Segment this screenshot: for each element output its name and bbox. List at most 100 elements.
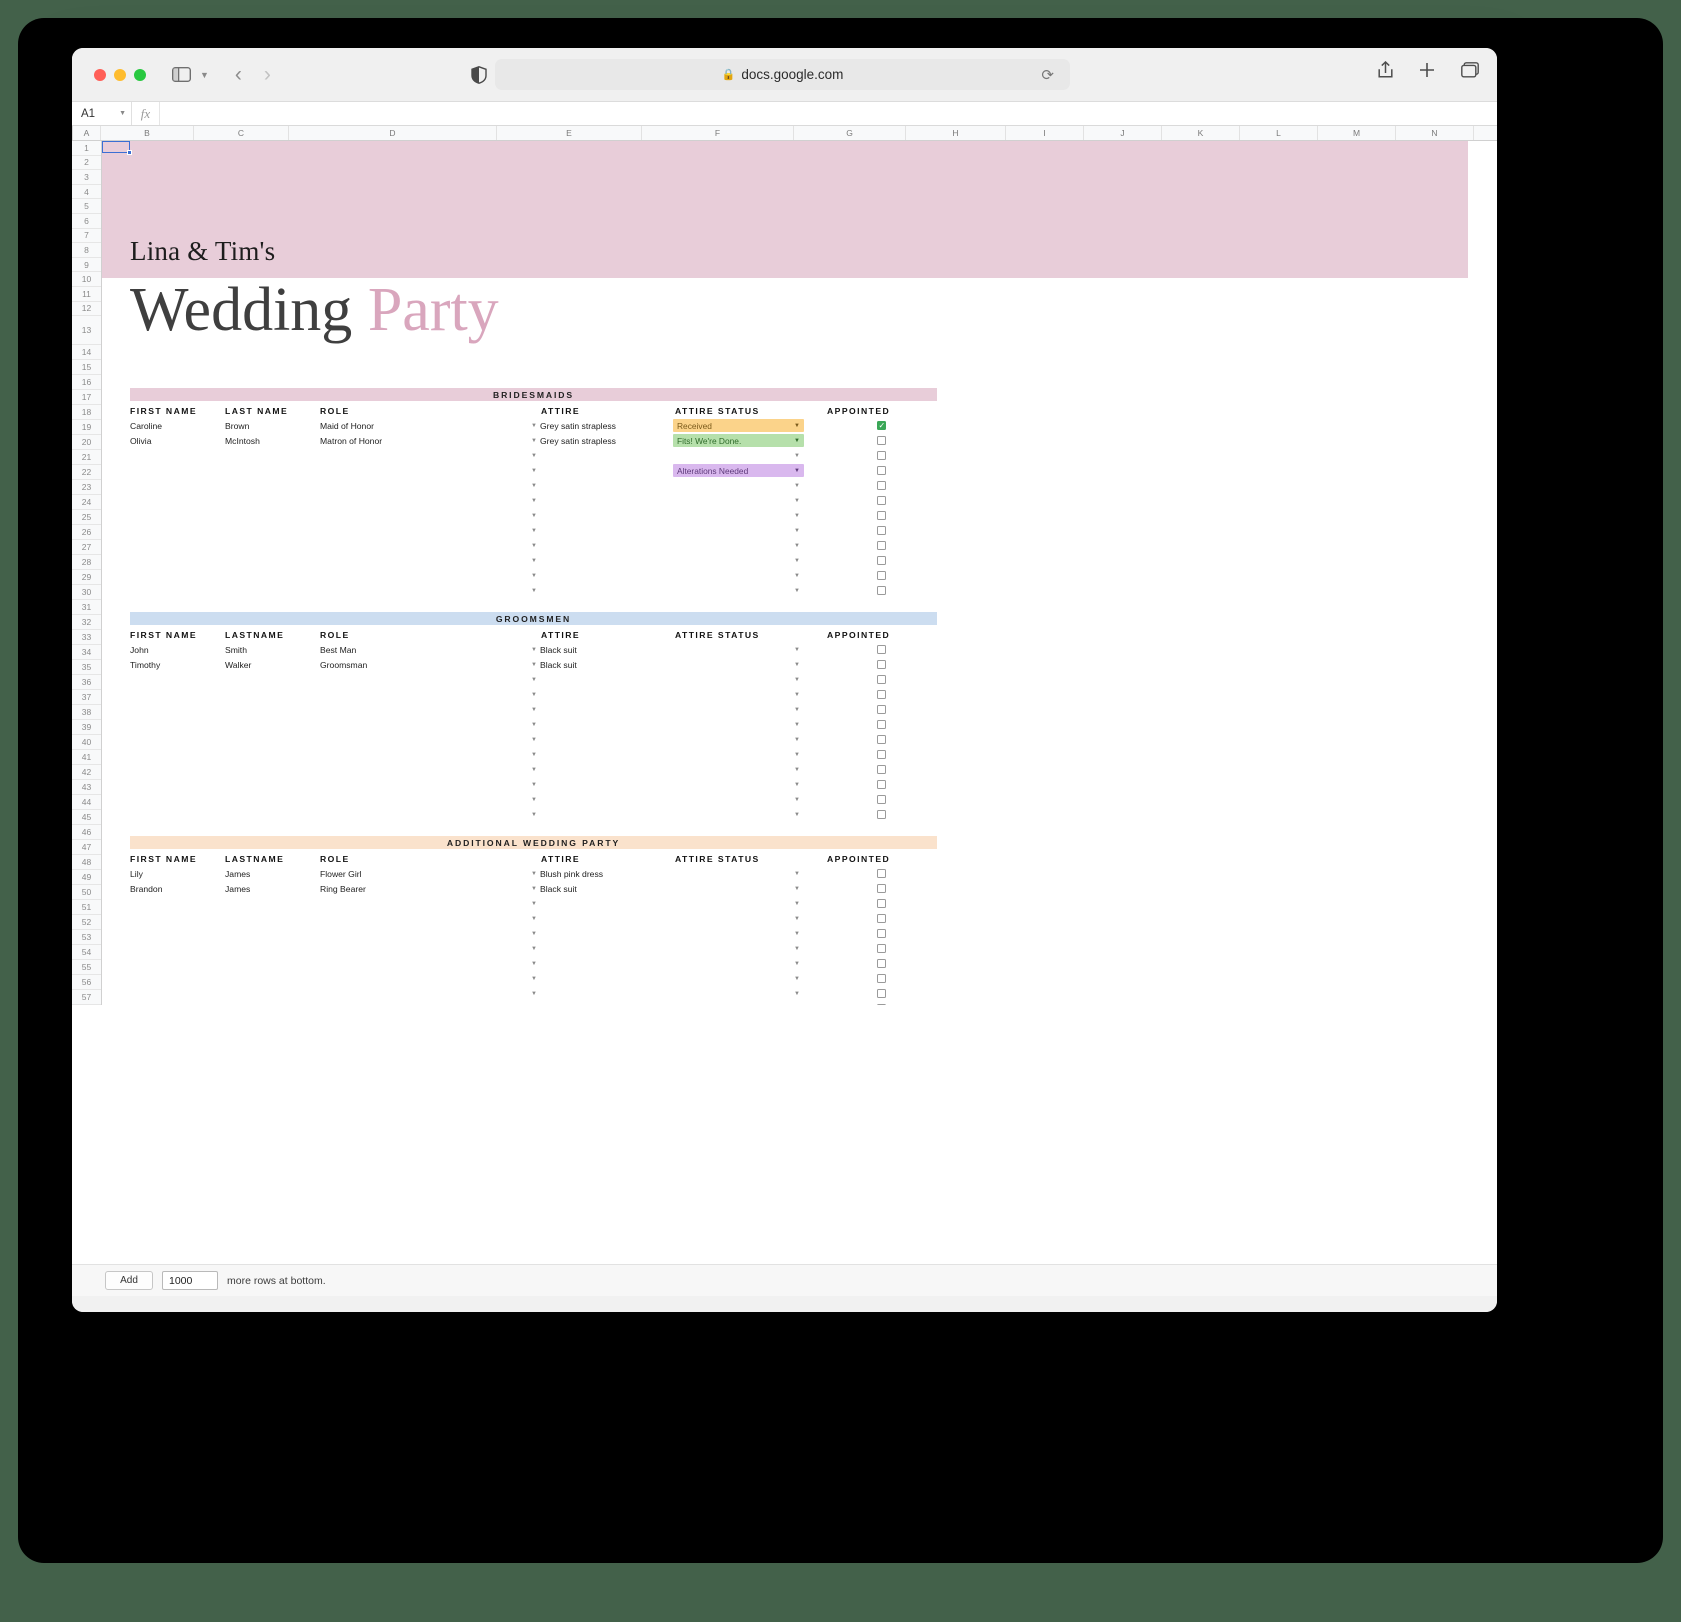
column-header-K[interactable]: K (1162, 126, 1240, 140)
status-badge[interactable]: Fits! We're Done.▼ (673, 434, 804, 447)
row-header-15[interactable]: 15 (72, 360, 101, 375)
appointed-cell[interactable] (825, 765, 937, 774)
appointed-checkbox[interactable] (877, 481, 886, 490)
table-row[interactable]: ▼▼ (130, 762, 937, 777)
chevron-down-icon[interactable]: ▼ (794, 737, 804, 743)
appointed-checkbox[interactable] (877, 451, 886, 460)
chevron-down-icon[interactable]: ▼ (528, 797, 540, 803)
row-header-9[interactable]: 9 (72, 258, 101, 273)
attire-status-cell[interactable]: ▼ (673, 793, 825, 806)
appointed-cell[interactable] (825, 810, 937, 819)
chevron-down-icon[interactable]: ▼ (794, 782, 804, 788)
chevron-down-icon[interactable]: ▼ (528, 558, 540, 564)
shield-icon[interactable] (471, 66, 487, 84)
chevron-down-icon[interactable]: ▼ (794, 543, 804, 549)
chevron-down-icon[interactable]: ▼ (794, 946, 804, 952)
attire-cell[interactable]: ▼ (528, 767, 673, 773)
chevron-down-icon[interactable]: ▼ (528, 812, 540, 818)
status-badge[interactable]: Alterations Needed▼ (673, 464, 804, 477)
table-row[interactable]: ▼▼ (130, 672, 937, 687)
row-header-3[interactable]: 3 (72, 170, 101, 185)
appointed-cell[interactable] (825, 421, 937, 430)
chevron-down-icon[interactable]: ▼ (794, 767, 804, 773)
first-name-cell[interactable]: Caroline (130, 421, 225, 431)
chevron-down-icon[interactable]: ▼ (528, 573, 540, 579)
row-header-21[interactable]: 21 (72, 450, 101, 465)
status-badge[interactable]: ▼ (673, 673, 804, 686)
status-badge[interactable]: ▼ (673, 763, 804, 776)
chevron-down-icon[interactable]: ▼ (528, 767, 540, 773)
appointed-checkbox[interactable] (877, 660, 886, 669)
attire-cell[interactable]: ▼ (528, 812, 673, 818)
attire-cell[interactable]: ▼ (528, 498, 673, 504)
table-row[interactable]: ▼▼ (130, 911, 937, 926)
appointed-checkbox[interactable] (877, 944, 886, 953)
row-header-33[interactable]: 33 (72, 630, 101, 645)
appointed-checkbox[interactable] (877, 1004, 886, 1005)
table-row[interactable]: ▼▼ (130, 777, 937, 792)
appointed-checkbox[interactable] (877, 511, 886, 520)
row-header-39[interactable]: 39 (72, 720, 101, 735)
last-name-cell[interactable]: Walker (225, 660, 320, 670)
table-row[interactable]: OliviaMcIntoshMatron of Honor▼Grey satin… (130, 433, 937, 448)
role-cell[interactable]: Best Man (320, 645, 528, 655)
first-name-cell[interactable]: Timothy (130, 660, 225, 670)
row-header-46[interactable]: 46 (72, 825, 101, 840)
first-name-cell[interactable]: John (130, 645, 225, 655)
share-icon[interactable] (1378, 61, 1393, 84)
attire-cell[interactable]: ▼ (528, 931, 673, 937)
attire-status-cell[interactable]: ▼ (673, 867, 825, 880)
forward-arrow-icon[interactable]: › (264, 63, 271, 87)
chevron-down-icon[interactable]: ▼ (794, 662, 804, 668)
row-header-4[interactable]: 4 (72, 185, 101, 200)
attire-cell[interactable]: ▼Grey satin strapless (528, 436, 673, 446)
attire-cell[interactable]: ▼ (528, 573, 673, 579)
status-badge[interactable]: ▼ (673, 584, 804, 597)
chevron-down-icon[interactable]: ▼ (528, 976, 540, 982)
attire-cell[interactable]: ▼ (528, 722, 673, 728)
row-header-17[interactable]: 17 (72, 390, 101, 405)
table-row[interactable]: ▼▼ (130, 553, 937, 568)
row-header-14[interactable]: 14 (72, 345, 101, 360)
appointed-cell[interactable] (825, 989, 937, 998)
role-cell[interactable]: Ring Bearer (320, 884, 528, 894)
appointed-cell[interactable] (825, 526, 937, 535)
attire-status-cell[interactable]: ▼ (673, 942, 825, 955)
attire-cell[interactable]: ▼ (528, 782, 673, 788)
chevron-down-icon[interactable]: ▼ (528, 946, 540, 952)
attire-cell[interactable]: ▼ (528, 901, 673, 907)
appointed-cell[interactable] (825, 541, 937, 550)
appointed-checkbox[interactable] (877, 884, 886, 893)
status-badge[interactable]: ▼ (673, 972, 804, 985)
appointed-cell[interactable] (825, 795, 937, 804)
appointed-cell[interactable] (825, 466, 937, 475)
table-row[interactable]: CarolineBrownMaid of Honor▼Grey satin st… (130, 418, 937, 433)
table-row[interactable]: ▼▼ (130, 1001, 937, 1005)
row-header-40[interactable]: 40 (72, 735, 101, 750)
close-window-button[interactable] (94, 69, 106, 81)
chevron-down-icon[interactable]: ▼ (528, 453, 540, 459)
status-badge[interactable]: ▼ (673, 867, 804, 880)
attire-status-cell[interactable]: ▼ (673, 688, 825, 701)
column-header-I[interactable]: I (1006, 126, 1084, 140)
chevron-down-icon[interactable]: ▼ (528, 722, 540, 728)
row-header-53[interactable]: 53 (72, 930, 101, 945)
row-header-27[interactable]: 27 (72, 540, 101, 555)
attire-cell[interactable]: ▼ (528, 976, 673, 982)
status-badge[interactable]: ▼ (673, 808, 804, 821)
status-badge[interactable]: ▼ (673, 748, 804, 761)
row-header-57[interactable]: 57 (72, 990, 101, 1005)
attire-status-cell[interactable]: ▼ (673, 897, 825, 910)
appointed-checkbox[interactable] (877, 989, 886, 998)
last-name-cell[interactable]: McIntosh (225, 436, 320, 446)
attire-status-cell[interactable]: ▼ (673, 718, 825, 731)
chevron-down-icon[interactable]: ▼ (794, 468, 804, 474)
appointed-checkbox[interactable] (877, 959, 886, 968)
table-row[interactable]: ▼▼ (130, 926, 937, 941)
chevron-down-icon[interactable]: ▼ (528, 931, 540, 937)
chevron-down-icon[interactable]: ▼ (528, 782, 540, 788)
attire-status-cell[interactable]: ▼ (673, 524, 825, 537)
appointed-cell[interactable] (825, 720, 937, 729)
appointed-cell[interactable] (825, 481, 937, 490)
chevron-down-icon[interactable]: ▼ (794, 528, 804, 534)
